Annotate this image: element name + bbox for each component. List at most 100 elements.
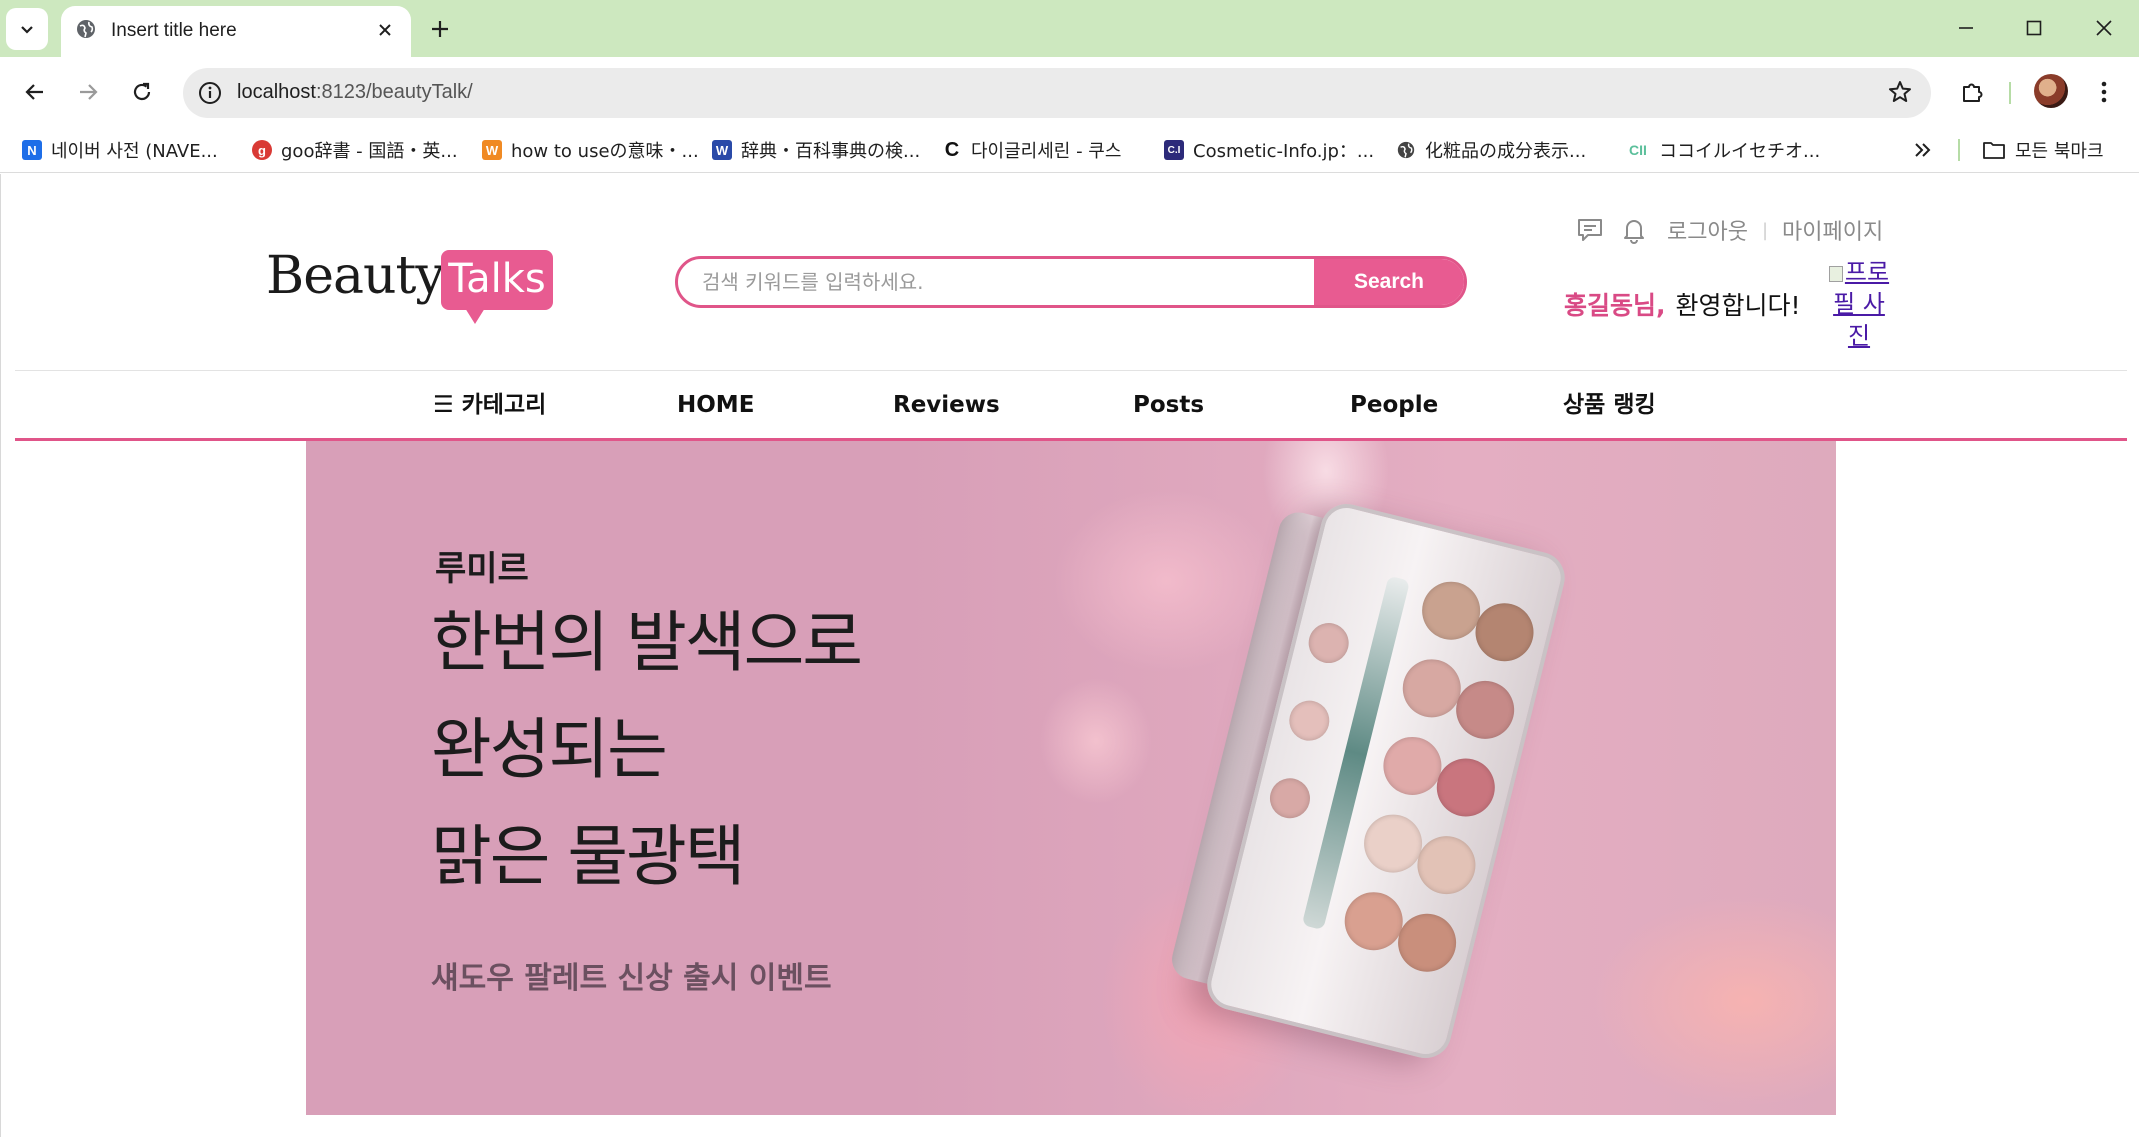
globe-icon [1397,141,1415,159]
all-bookmarks-label: 모든 북마크 [2015,141,2104,162]
header-divider [15,370,2127,371]
extensions-button[interactable] [1953,72,1993,112]
tab-title: Insert title here [111,20,237,41]
broken-image-icon [1828,266,1843,282]
bookmark-item[interactable]: g goo辞書 - 国語・英... [252,135,458,165]
bookmark-label: how to useの意味・... [511,141,699,162]
new-tab-button[interactable] [423,12,457,46]
kotobank-icon: W [712,140,732,160]
nav-reviews[interactable]: Reviews [893,372,1000,438]
browser-menu-button[interactable] [2086,72,2122,112]
site-info-icon[interactable] [197,80,223,106]
back-button[interactable] [15,72,55,112]
bookmark-item[interactable]: C.I Cosmetic-Info.jp：... [1164,135,1374,165]
close-icon [379,24,391,36]
chevron-down-icon [21,26,33,34]
tab-strip: Insert title here [0,0,2139,57]
nav-ranking[interactable]: 상품 랭킹 [1563,372,1656,438]
profile-photo-link[interactable]: 프로필 사진 [1823,256,1895,352]
hero-banner[interactable]: 루미르 한번의 발색으로 완성되는 맑은 물광택 섀도우 팔레트 신상 출시 이… [306,441,1836,1115]
url-host: localhost [237,81,316,103]
user-utility-bar: 로그아웃 | 마이페이지 [1575,210,1883,250]
welcome-username: 홍길동님, [1564,291,1666,320]
browser-toolbar: localhost:8123/beautyTalk/ [0,57,2139,127]
weblio-icon: W [482,140,502,160]
active-tab[interactable]: Insert title here [61,6,411,57]
ci-icon: CII [1626,140,1650,160]
logo-bubble: Talks [441,250,553,324]
all-bookmarks-button[interactable]: 모든 북마크 [1982,135,2104,165]
bookmark-item[interactable]: C 다이글리세린 - 쿠스 [942,135,1121,165]
logo-talks: Talks [448,256,546,302]
coos-icon: C [942,139,962,161]
bookmark-label: 다이글리세린 - 쿠스 [971,141,1122,162]
address-bar[interactable]: localhost:8123/beautyTalk/ [183,68,1931,118]
banner-text: 루미르 한번의 발색으로 완성되는 맑은 물광택 섀도우 팔레트 신상 출시 이… [431,441,991,1115]
profile-avatar[interactable] [2034,74,2068,108]
minimize-icon [1959,27,1973,29]
toolbar-divider [2009,82,2011,104]
bookmark-label: 辞典・百科事典の検... [741,141,921,162]
arrow-right-icon [80,84,98,100]
search-input[interactable] [678,259,1318,305]
bookmark-item[interactable]: N 네이버 사전 (NAVE... [22,135,218,165]
welcome-message: 홍길동님, 환영합니다! [1564,286,1801,322]
tab-search-button[interactable] [6,8,48,50]
site-logo[interactable]: Beauty Talks [266,246,556,324]
bookmark-label: goo辞書 - 国語・英... [281,141,458,162]
banner-headline: 한번의 발색으로 완성되는 맑은 물광택 [431,589,863,910]
bookmark-item[interactable]: Whow to useの意味・... [482,135,699,165]
banner-subline: 섀도우 팔레트 신상 출시 이벤트 [431,961,832,996]
bookmark-label: Cosmetic-Info.jp：... [1193,141,1375,162]
welcome-text: 환영합니다! [1675,291,1801,320]
url-path: :8123/beautyTalk/ [315,81,473,103]
forward-button[interactable] [68,72,108,112]
folder-icon [1983,142,2005,159]
headline-line: 완성되는 [431,711,668,788]
bookmarks-divider [1958,139,1960,161]
bookmark-label: 네이버 사전 (NAVE... [51,141,218,162]
message-icon[interactable] [1575,215,1605,245]
globe-icon [77,20,95,38]
nav-category[interactable]: ☰ 카테고리 [433,372,546,438]
bookmark-label: 化粧品の成分表示... [1425,141,1587,162]
plus-icon [432,21,448,37]
search-button[interactable]: Search [1314,259,1464,305]
more-bookmarks-button[interactable] [1908,137,1938,163]
headline-line: 맑은 물광택 [431,818,746,895]
nav-home[interactable]: HOME [677,372,754,438]
puzzle-icon [1963,83,1983,102]
reload-icon [133,82,151,101]
logo-word: Beauty [266,246,445,306]
bookmarks-bar: N 네이버 사전 (NAVE... g goo辞書 - 国語・英... Whow t… [0,127,2139,173]
logout-link[interactable]: 로그아웃 [1667,214,1748,246]
cosmetic-info-icon: C.I [1164,140,1184,160]
close-icon [2096,20,2112,36]
maximize-button[interactable] [2012,8,2056,48]
nav-people[interactable]: People [1350,372,1438,438]
maximize-icon [2026,20,2042,36]
page-viewport: Beauty Talks Search 로그아웃 | 마이페이지 홍길동님, 환영… [0,174,2139,1137]
nav-posts[interactable]: Posts [1133,372,1204,438]
mypage-link[interactable]: 마이페이지 [1782,214,1883,246]
reload-button[interactable] [122,72,162,112]
bookmark-item[interactable]: W 辞典・百科事典の検... [712,135,920,165]
bookmark-star-icon[interactable] [1887,79,1913,105]
arrow-left-icon [25,84,43,100]
url-text[interactable]: localhost:8123/beautyTalk/ [237,81,473,104]
close-window-button[interactable] [2082,8,2126,48]
headline-line: 한번의 발색으로 [431,604,863,681]
main-nav: ☰ 카테고리 HOME Reviews Posts People 상품 랭킹 [1,372,2139,438]
bookmark-label: ココイルイセチオ... [1659,141,1821,162]
bell-icon[interactable] [1619,215,1649,245]
util-divider: | [1761,219,1769,241]
minimize-button[interactable] [1944,8,1988,48]
bookmark-item[interactable]: 化粧品の成分表示... [1396,135,1586,165]
banner-brand: 루미르 [435,549,529,589]
goo-icon: g [252,140,272,160]
bookmark-item[interactable]: CII ココイルイセチオ... [1626,135,1820,165]
more-vertical-icon [2101,81,2107,103]
search-form: Search [675,256,1467,308]
tab-close-button[interactable] [371,16,399,44]
naver-icon: N [22,140,42,160]
